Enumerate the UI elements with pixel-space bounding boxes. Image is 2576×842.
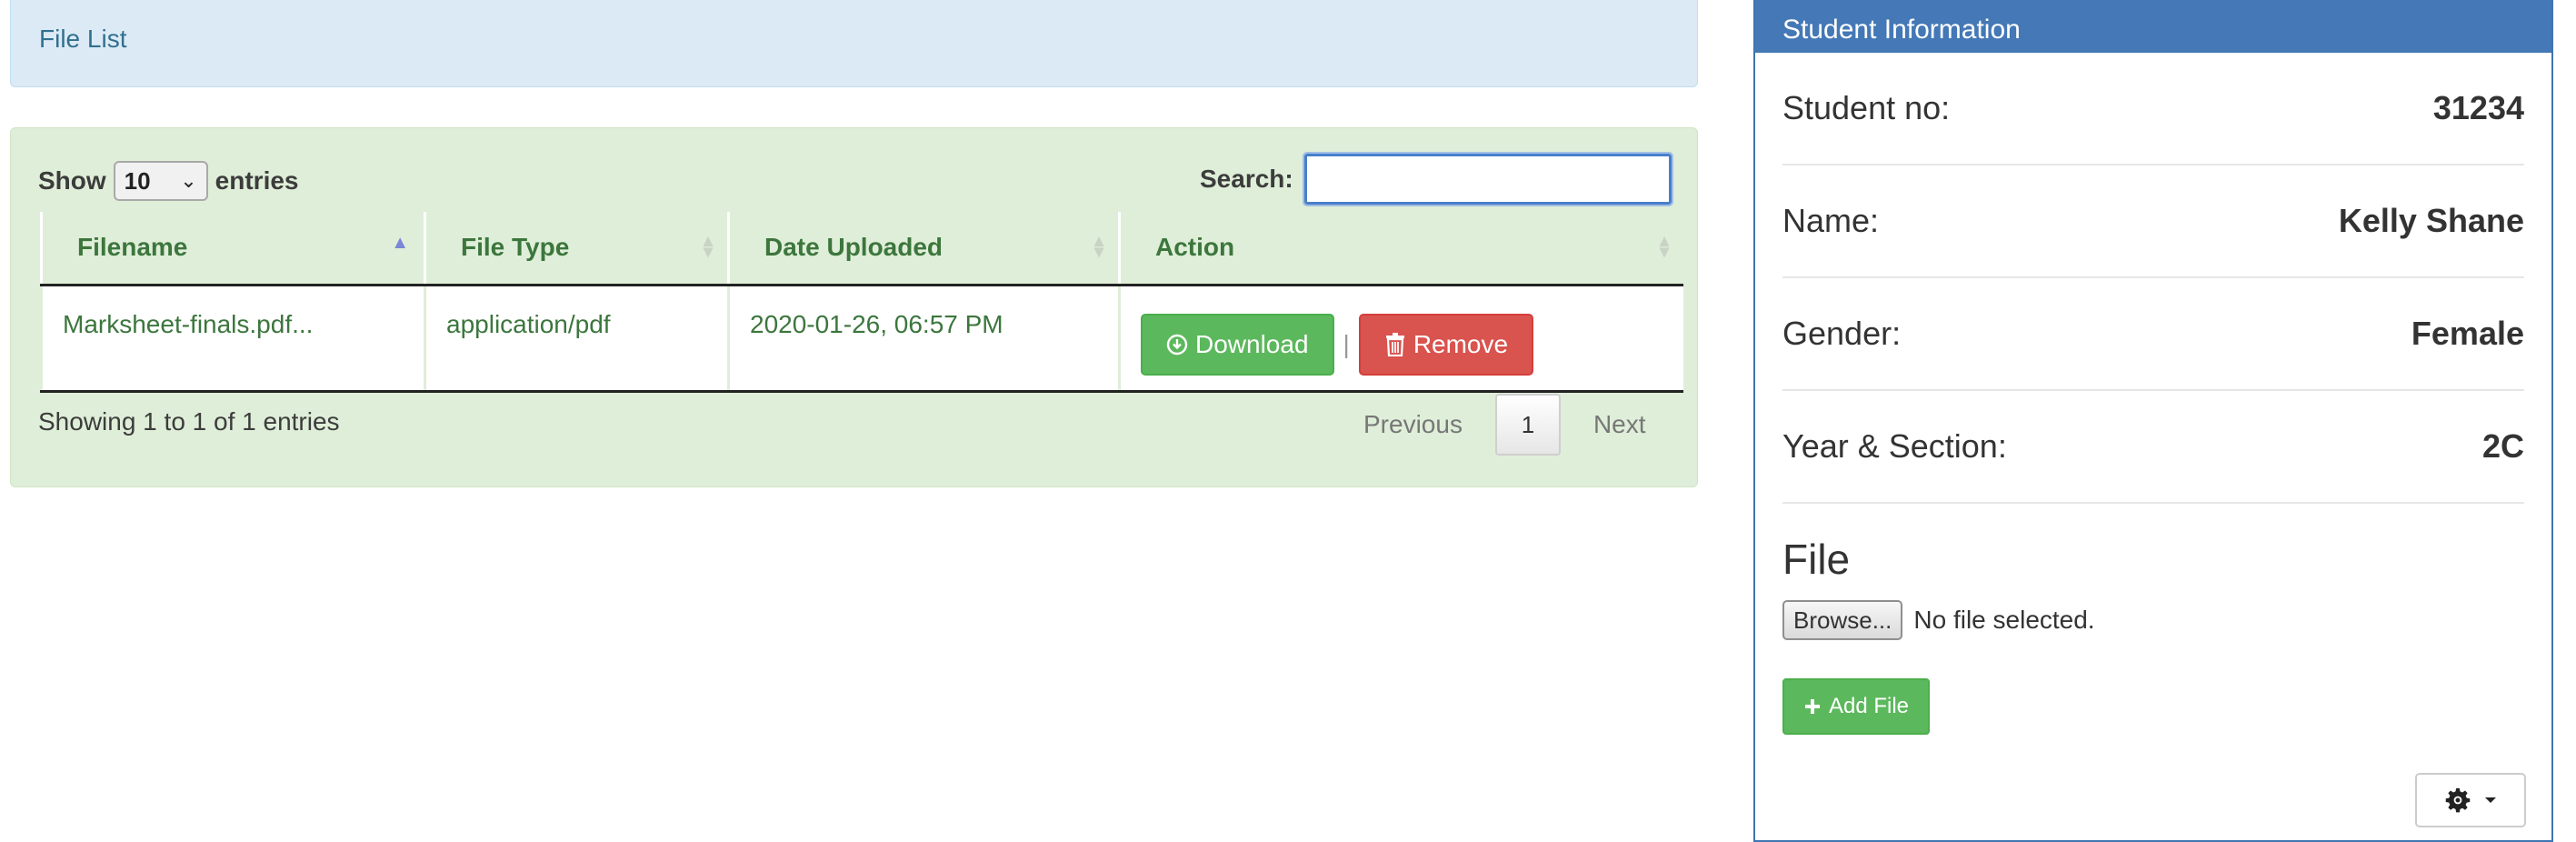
files-table-panel: Show 10 ⌄ entries Search: Filename ▲ Fil… [10, 127, 1698, 487]
remove-button[interactable]: Remove [1358, 313, 1534, 376]
table-header-row: Filename ▲ File Type ▴ ▾ Date Uploaded ▴ ▾… [40, 212, 1683, 286]
column-header-filename[interactable]: Filename ▲ [40, 212, 425, 286]
name-label: Name: [1782, 202, 1880, 239]
year-section-row: Year & Section: 2C [1782, 391, 2524, 504]
name-value: Kelly Shane [2338, 202, 2524, 239]
table-info: Showing 1 to 1 of 1 entries [38, 407, 340, 436]
gender-row: Gender: Female [1782, 278, 2524, 391]
gender-label: Gender: [1782, 315, 1902, 352]
pagination-previous[interactable]: Previous [1331, 410, 1495, 439]
column-header-date-uploaded[interactable]: Date Uploaded ▴ ▾ [727, 212, 1120, 286]
search-label: Search: [1200, 165, 1293, 193]
pagination: Previous 1 Next [1331, 394, 1679, 456]
gender-value: Female [2411, 315, 2524, 352]
column-header-file-type[interactable]: File Type ▴ ▾ [424, 212, 729, 286]
entries-length-value: 10 [124, 166, 151, 195]
table-row: Marksheet-finals.pdf... application/pdf … [40, 285, 1683, 393]
search-input[interactable] [1302, 152, 1673, 206]
sort-icon: ▴ ▾ [1093, 231, 1103, 262]
pagination-next[interactable]: Next [1561, 410, 1679, 439]
file-list-panel: File List [10, 0, 1698, 87]
gear-icon [2445, 787, 2471, 813]
browse-button[interactable]: Browse... [1782, 600, 1903, 640]
pagination-page-1[interactable]: 1 [1494, 394, 1561, 456]
add-file-button[interactable]: Add File [1782, 678, 1930, 735]
plus-icon [1804, 699, 1820, 714]
file-heading: File [1782, 536, 1851, 583]
cell-file-type: application/pdf [424, 285, 729, 393]
student-no-row: Student no: 31234 [1782, 53, 2524, 165]
student-info-panel: Student Information Student no: 31234 Na… [1753, 0, 2553, 842]
sort-asc-icon: ▲ [391, 233, 409, 253]
entries-length-select[interactable]: 10 ⌄ [113, 161, 208, 201]
caret-down-icon [2485, 797, 2496, 803]
student-no-label: Student no: [1782, 89, 1951, 126]
file-list-title: File List [39, 25, 127, 53]
search-control: Search: [1200, 152, 1673, 206]
entries-label: entries [215, 166, 299, 195]
student-info-title: Student Information [1755, 0, 2551, 53]
no-file-text: No file selected. [1913, 606, 2095, 634]
download-icon [1166, 334, 1188, 355]
sort-icon: ▴ ▾ [1659, 231, 1669, 262]
name-row: Name: Kelly Shane [1782, 165, 2524, 278]
sort-icon: ▴ ▾ [703, 231, 713, 262]
column-header-action[interactable]: Action ▴ ▾ [1118, 212, 1683, 286]
file-input: Browse... No file selected. [1782, 600, 2524, 640]
chevron-down-icon: ⌄ [180, 169, 197, 192]
year-section-value: 2C [2481, 427, 2524, 465]
settings-dropdown-button[interactable] [2415, 773, 2526, 827]
cell-date-uploaded: 2020-01-26, 06:57 PM [727, 285, 1120, 393]
files-table: Filename ▲ File Type ▴ ▾ Date Uploaded ▴ ▾… [40, 212, 1683, 393]
trash-icon [1385, 332, 1404, 356]
cell-action: Download | Remove [1118, 285, 1683, 393]
year-section-label: Year & Section: [1782, 427, 2007, 465]
action-separator: | [1343, 329, 1350, 358]
cell-filename: Marksheet-finals.pdf... [40, 285, 425, 393]
student-no-value: 31234 [2432, 89, 2524, 126]
download-button[interactable]: Download [1141, 313, 1334, 376]
entries-length-control: Show 10 ⌄ entries [38, 161, 299, 201]
show-label: Show [38, 166, 106, 195]
